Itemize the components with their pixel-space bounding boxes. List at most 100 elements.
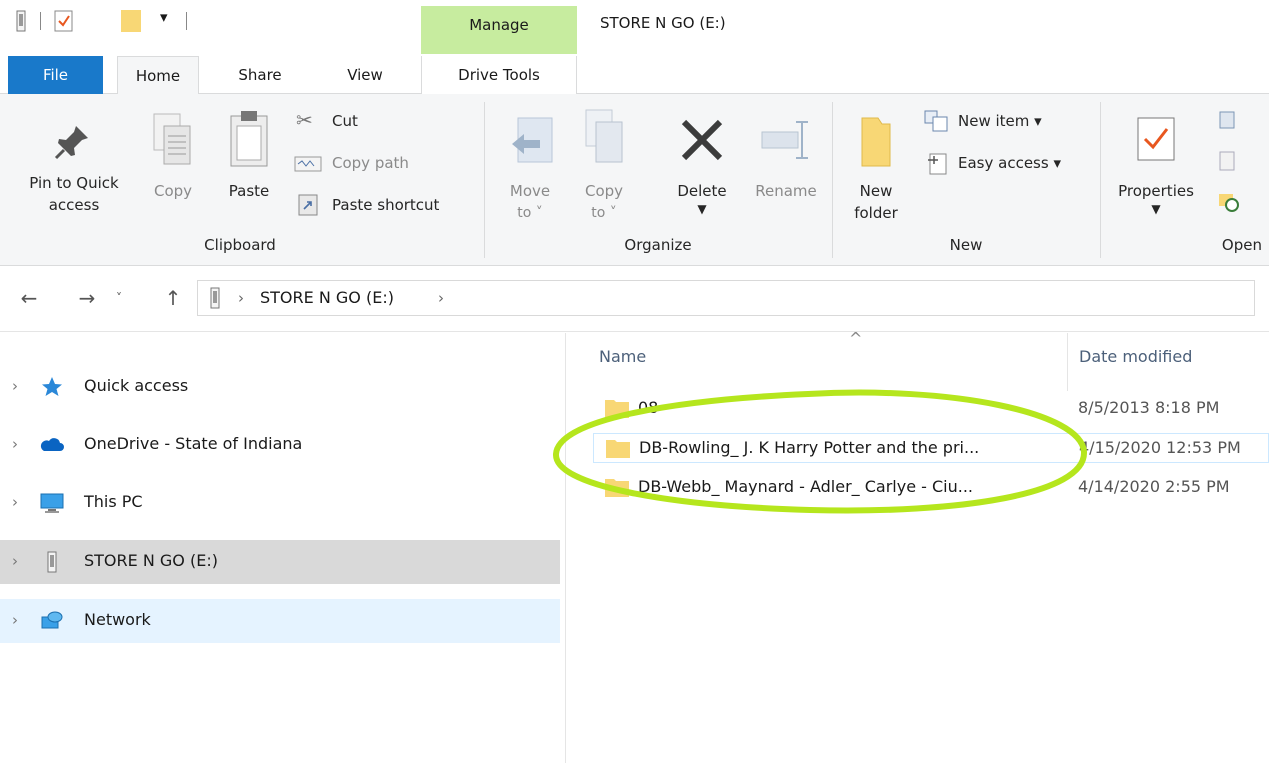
file-row[interactable]: DB-Rowling_ J. K Harry Potter and the pr…	[593, 433, 1269, 463]
expand-chevron-icon[interactable]: ›	[12, 552, 18, 570]
move-to-label-2: to ˅	[517, 205, 543, 221]
open-icon[interactable]	[1218, 110, 1238, 130]
expand-chevron-icon[interactable]: ›	[12, 377, 18, 395]
organize-group: Move to ˅ Copy to ˅ Delete ▼ Rename Orga…	[486, 94, 830, 266]
new-folder-qat-icon[interactable]	[120, 8, 142, 34]
breadcrumb[interactable]: STORE N GO (E:)	[260, 288, 394, 307]
expand-chevron-icon[interactable]: ›	[12, 435, 18, 453]
ribbon: Pin to Quick access Copy Paste ✂ Cut Cop…	[0, 94, 1269, 266]
address-bar[interactable]: › STORE N GO (E:) ›	[197, 280, 1255, 316]
nav-item-label: Quick access	[84, 376, 189, 395]
nav-item-this-pc[interactable]: › This PC	[0, 481, 560, 525]
move-to-button[interactable]: Move to ˅	[500, 98, 560, 230]
ribbon-tab-row: File Home Share View Drive Tools	[0, 56, 1269, 95]
nav-item-store-n-go[interactable]: › STORE N GO (E:)	[0, 540, 560, 584]
new-folder-button[interactable]: New folder	[844, 98, 908, 230]
file-row[interactable]: DB-Webb_ Maynard - Adler_ Carlye - Ciu..…	[593, 473, 1269, 503]
history-icon[interactable]	[1218, 190, 1240, 212]
copy-to-button[interactable]: Copy to ˅	[574, 98, 634, 230]
organize-group-label: Organize	[624, 236, 692, 254]
clipboard-group: Pin to Quick access Copy Paste ✂ Cut Cop…	[0, 94, 480, 266]
rename-button[interactable]: Rename	[746, 98, 826, 230]
delete-dropdown-icon[interactable]: ▼	[662, 198, 742, 220]
copy-icon	[153, 113, 191, 165]
file-date: 4/14/2020 2:55 PM	[1078, 477, 1230, 496]
nav-item-onedrive[interactable]: › OneDrive - State of Indiana	[0, 423, 560, 467]
expand-chevron-icon[interactable]: ›	[12, 611, 18, 629]
tab-home[interactable]: Home	[117, 56, 199, 95]
new-item-label: New item ▾	[958, 112, 1042, 130]
edit-icon[interactable]	[1218, 150, 1238, 172]
breadcrumb-separator-icon[interactable]: ›	[238, 289, 244, 307]
delete-button[interactable]: Delete ▼	[662, 98, 742, 230]
paste-icon	[230, 111, 268, 167]
address-bar-row: ← → ˅ ↑ › STORE N GO (E:) ›	[0, 266, 1269, 332]
copy-to-label-1: Copy	[584, 182, 624, 200]
nav-item-label: OneDrive - State of Indiana	[84, 434, 303, 453]
computer-icon	[40, 493, 64, 513]
cloud-icon	[40, 438, 64, 451]
copy-path-button[interactable]: Copy path	[292, 148, 462, 178]
file-date: 8/5/2013 8:18 PM	[1078, 398, 1220, 417]
recent-locations-icon[interactable]: ˅	[104, 280, 134, 316]
properties-icon	[1137, 117, 1175, 161]
easy-access-button[interactable]: Easy access ▾	[920, 148, 1098, 178]
copy-label: Copy	[153, 182, 193, 200]
up-icon[interactable]: ↑	[158, 280, 188, 316]
new-item-button[interactable]: New item ▾	[920, 106, 1090, 136]
navigation-pane: › Quick access › OneDrive - State of Ind…	[0, 333, 566, 763]
manage-context-header: Manage	[421, 6, 577, 54]
paste-shortcut-label: Paste shortcut	[332, 196, 440, 214]
pin-label-2: access	[48, 196, 100, 214]
copy-button[interactable]: Copy	[140, 98, 206, 230]
new-folder-label-2: folder	[854, 204, 898, 222]
manage-label: Manage	[469, 16, 529, 34]
copy-to-icon	[585, 109, 623, 163]
tab-share[interactable]: Share	[220, 56, 300, 94]
nav-item-label: Network	[84, 610, 151, 629]
paste-label: Paste	[228, 182, 270, 200]
group-divider	[832, 102, 833, 258]
paste-shortcut-button[interactable]: Paste shortcut	[292, 190, 472, 220]
forward-icon[interactable]: →	[72, 280, 102, 316]
nav-item-network[interactable]: › Network	[0, 599, 560, 643]
column-divider[interactable]	[1067, 333, 1068, 391]
expand-chevron-icon[interactable]: ›	[12, 493, 18, 511]
properties-button[interactable]: Properties ▼	[1108, 98, 1204, 230]
breadcrumb-separator-icon[interactable]: ›	[438, 289, 444, 307]
file-name: DB-Rowling_ J. K Harry Potter and the pr…	[639, 438, 980, 457]
new-folder-icon	[861, 117, 891, 167]
pin-icon	[54, 126, 88, 160]
move-to-icon	[512, 117, 553, 163]
sort-ascending-icon: ^	[849, 329, 863, 348]
nav-item-label: This PC	[84, 492, 143, 511]
new-folder-label-1: New	[859, 182, 893, 200]
new-group-label: New	[949, 236, 983, 254]
file-row[interactable]: 08 8/5/2013 8:18 PM	[593, 394, 1269, 424]
folder-icon	[605, 400, 629, 418]
rename-label: Rename	[755, 182, 817, 200]
scissors-icon: ✂	[296, 108, 313, 132]
new-item-icon	[924, 110, 948, 132]
paste-shortcut-icon	[298, 194, 318, 216]
tab-view[interactable]: View	[330, 56, 400, 94]
network-icon	[41, 611, 63, 629]
usb-drive-icon[interactable]	[14, 10, 28, 32]
paste-button[interactable]: Paste	[216, 98, 282, 230]
back-icon[interactable]: ←	[14, 280, 44, 316]
cut-button[interactable]: ✂ Cut	[292, 106, 442, 136]
copy-path-icon	[294, 156, 322, 172]
column-header-date-modified[interactable]: Date modified	[1079, 347, 1192, 366]
nav-item-label: STORE N GO (E:)	[84, 551, 218, 570]
new-group: New folder New item ▾ Easy access ▾ New	[834, 94, 1098, 266]
file-list: ^ Name Date modified 08 8/5/2013 8:18 PM…	[567, 329, 1269, 763]
column-header-name[interactable]: Name	[599, 347, 646, 366]
tab-file[interactable]: File	[8, 56, 103, 94]
properties-dropdown-icon[interactable]: ▼	[1108, 198, 1204, 220]
copy-path-label: Copy path	[332, 154, 409, 172]
properties-qat-icon[interactable]	[54, 10, 74, 32]
nav-item-quick-access[interactable]: › Quick access	[0, 365, 560, 409]
pin-to-quick-access-button[interactable]: Pin to Quick access	[10, 98, 138, 230]
qat-customize-icon[interactable]: ▾	[160, 8, 168, 26]
tab-drive-tools[interactable]: Drive Tools	[421, 56, 577, 94]
